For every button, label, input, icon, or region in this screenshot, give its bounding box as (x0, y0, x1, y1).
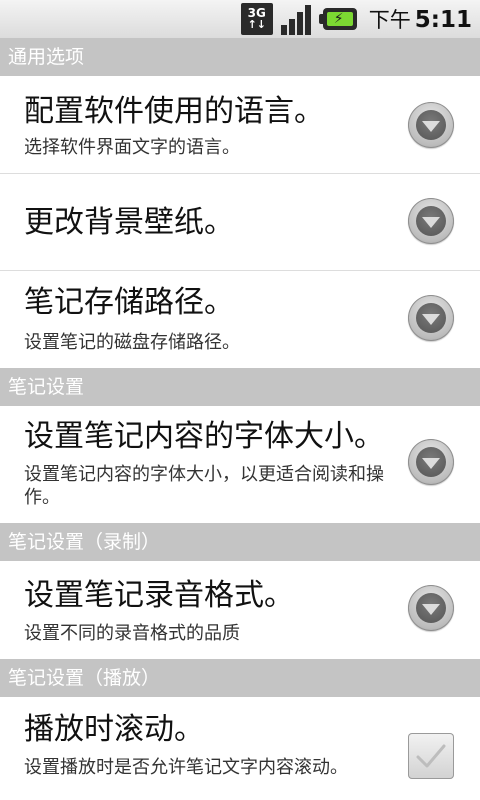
pref-item-record-format[interactable]: 设置笔记录音格式。 设置不同的录音格式的品质 (0, 561, 480, 659)
clock-time: 5:11 (414, 7, 472, 33)
status-icons: 3G ↑↓ ⚡ 下午 5:11 (240, 2, 472, 36)
dropdown-arrow-icon[interactable] (408, 198, 454, 244)
preferences-list[interactable]: 通用选项 配置软件使用的语言。 选择软件界面文字的语言。 更改背景壁纸。 笔记存… (0, 38, 480, 800)
section-header-general: 通用选项 (0, 38, 480, 76)
status-clock: 下午 5:11 (369, 4, 472, 34)
pref-summary: 设置播放时是否允许笔记文字内容滚动。 (24, 757, 348, 778)
pref-title: 播放时滚动。 (24, 712, 204, 747)
pref-title: 设置笔记录音格式。 (24, 578, 294, 613)
signal-icon (280, 3, 313, 35)
section-header-recording: 笔记设置（录制） (0, 523, 480, 561)
checkmark-icon (416, 744, 446, 768)
3g-icon: 3G ↑↓ (240, 3, 273, 35)
scroll-checkbox[interactable] (408, 733, 454, 779)
battery-charging-icon: ⚡ (318, 8, 357, 30)
pref-title: 笔记存储路径。 (24, 285, 234, 320)
pref-summary: 设置笔记的磁盘存储路径。 (24, 332, 240, 353)
pref-summary: 设置不同的录音格式的品质 (24, 623, 240, 644)
pref-item-storage-path[interactable]: 笔记存储路径。 设置笔记的磁盘存储路径。 (0, 271, 480, 368)
pref-item-scroll-playback[interactable]: 播放时滚动。 设置播放时是否允许笔记文字内容滚动。 (0, 697, 480, 800)
pref-title: 更改背景壁纸。 (24, 205, 234, 240)
pref-title: 配置软件使用的语言。 (24, 94, 324, 129)
network-arrows: ↑↓ (247, 18, 266, 31)
pref-title: 设置笔记内容的字体大小。 (24, 419, 384, 454)
dropdown-arrow-icon[interactable] (408, 102, 454, 148)
pref-item-wallpaper[interactable]: 更改背景壁纸。 (0, 174, 480, 271)
dropdown-arrow-icon[interactable] (408, 439, 454, 485)
section-header-playback: 笔记设置（播放） (0, 659, 480, 697)
pref-summary: 选择软件界面文字的语言。 (24, 137, 240, 158)
status-bar: 3G ↑↓ ⚡ 下午 5:11 (0, 0, 480, 39)
dropdown-arrow-icon[interactable] (408, 585, 454, 631)
pref-summary: 设置笔记内容的字体大小，以更适合阅读和操作。 (24, 464, 384, 508)
pref-item-language[interactable]: 配置软件使用的语言。 选择软件界面文字的语言。 (0, 76, 480, 174)
section-header-notes: 笔记设置 (0, 368, 480, 406)
dropdown-arrow-icon[interactable] (408, 295, 454, 341)
clock-ampm: 下午 (368, 8, 411, 32)
pref-item-font-size[interactable]: 设置笔记内容的字体大小。 设置笔记内容的字体大小，以更适合阅读和操作。 (0, 406, 480, 523)
